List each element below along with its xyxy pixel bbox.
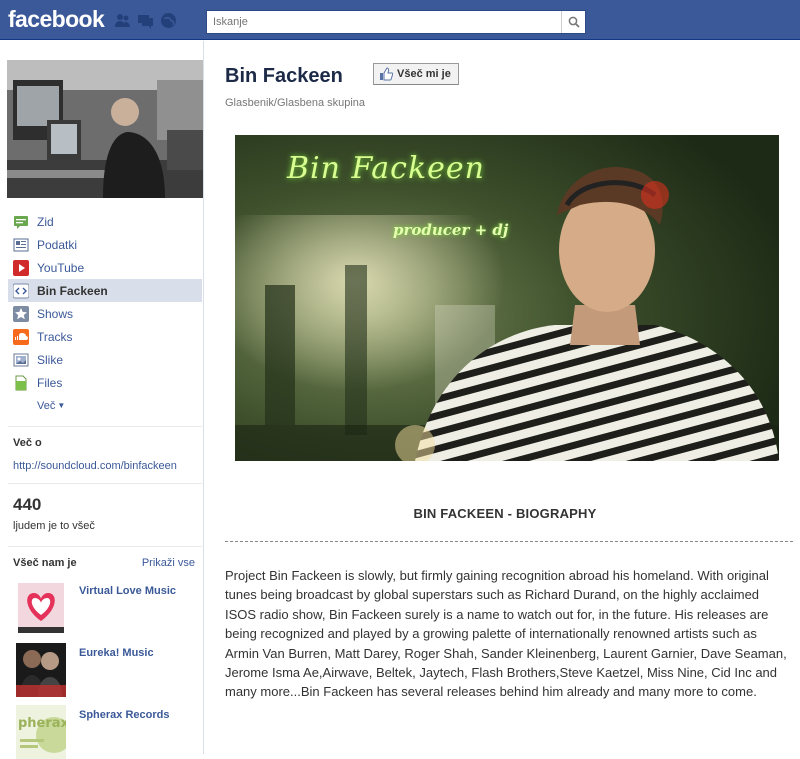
photos-icon bbox=[13, 352, 29, 368]
biography-heading: BIN FACKEEN - BIOGRAPHY bbox=[413, 506, 597, 521]
jewel-bar bbox=[114, 12, 177, 29]
nav-item-files[interactable]: Files bbox=[8, 371, 202, 394]
dashed-divider bbox=[225, 541, 793, 542]
more-tabs-link[interactable]: Več ▼ bbox=[8, 394, 202, 417]
like-button[interactable]: Všeč mi je bbox=[373, 63, 459, 85]
search-icon bbox=[568, 16, 580, 28]
nav-label: Podatki bbox=[37, 237, 78, 252]
page-thumbnail[interactable]: pherax bbox=[16, 705, 66, 759]
search-box bbox=[206, 10, 586, 34]
left-sidebar: Zid Podatki YouTube Bin Fackeen Shows Tr… bbox=[0, 41, 204, 759]
like-button-label: Všeč mi je bbox=[397, 68, 451, 80]
nav-label: Files bbox=[37, 375, 63, 390]
show-all-link[interactable]: Prikaži vse bbox=[142, 557, 195, 569]
more-label: Več bbox=[37, 399, 56, 412]
svg-text:pherax: pherax bbox=[18, 716, 66, 731]
nav-label: Shows bbox=[37, 306, 74, 321]
liked-pages-heading: Všeč nam je bbox=[13, 557, 77, 569]
fbml-icon bbox=[13, 283, 29, 299]
star-icon bbox=[13, 305, 29, 322]
biography-text: Project Bin Fackeen is slowly, but firml… bbox=[225, 568, 787, 700]
nav-item-tracks[interactable]: Tracks bbox=[8, 325, 202, 348]
nav-label: Zid bbox=[37, 214, 54, 229]
divider bbox=[8, 483, 202, 484]
liked-page-item[interactable]: Virtual Love Music bbox=[16, 581, 202, 635]
nav-item-podatki[interactable]: Podatki bbox=[8, 233, 202, 256]
search-button[interactable] bbox=[561, 11, 585, 33]
messages-icon[interactable] bbox=[137, 12, 154, 29]
profile-banner-image[interactable]: Bin Fackeen producer + dj bbox=[235, 135, 779, 461]
liked-page-item[interactable]: Eureka! Music bbox=[16, 643, 202, 697]
soundcloud-icon bbox=[13, 328, 29, 345]
page-thumbnail[interactable] bbox=[16, 581, 66, 635]
divider bbox=[8, 546, 202, 547]
friends-icon[interactable] bbox=[114, 12, 131, 29]
banner-subtitle: producer + dj bbox=[393, 221, 509, 239]
banner-title: Bin Fackeen bbox=[287, 151, 485, 186]
info-icon bbox=[13, 237, 29, 253]
profile-picture[interactable] bbox=[7, 60, 203, 198]
likes-text: ljudem je to všeč bbox=[13, 520, 95, 532]
nav-item-youtube[interactable]: YouTube bbox=[8, 256, 202, 279]
facebook-logo[interactable]: facebook bbox=[8, 6, 105, 33]
page-title[interactable]: Bin Fackeen bbox=[225, 65, 343, 88]
nav-item-zid[interactable]: Zid bbox=[8, 210, 202, 233]
divider bbox=[8, 426, 202, 427]
nav-label: YouTube bbox=[37, 260, 85, 275]
liked-page-name[interactable]: Spherax Records bbox=[79, 709, 169, 721]
about-heading: Več o bbox=[13, 437, 42, 449]
files-icon bbox=[13, 375, 29, 391]
wall-icon bbox=[13, 214, 29, 230]
top-bar: facebook bbox=[0, 0, 800, 40]
liked-page-item[interactable]: pherax Spherax Records bbox=[16, 705, 202, 759]
nav-item-bin-fackeen[interactable]: Bin Fackeen bbox=[8, 279, 202, 302]
main-content: Bin Fackeen Všeč mi je Glasbenik/Glasben… bbox=[205, 41, 800, 754]
page-navigation: Zid Podatki YouTube Bin Fackeen Shows Tr… bbox=[8, 210, 202, 417]
page-category[interactable]: Glasbenik/Glasbena skupina bbox=[225, 97, 365, 109]
chevron-down-icon: ▼ bbox=[57, 401, 66, 410]
youtube-icon bbox=[13, 259, 29, 276]
nav-item-shows[interactable]: Shows bbox=[8, 302, 202, 325]
nav-item-slike[interactable]: Slike bbox=[8, 348, 202, 371]
nav-label: Tracks bbox=[37, 329, 73, 344]
thumbs-up-icon bbox=[380, 67, 393, 81]
liked-page-name[interactable]: Eureka! Music bbox=[79, 647, 154, 659]
website-link[interactable]: http://soundcloud.com/binfackeen bbox=[13, 460, 177, 472]
liked-page-name[interactable]: Virtual Love Music bbox=[79, 585, 176, 597]
likes-count[interactable]: 440 bbox=[13, 495, 41, 515]
nav-label: Bin Fackeen bbox=[37, 283, 108, 298]
notifications-icon[interactable] bbox=[160, 12, 177, 29]
nav-label: Slike bbox=[37, 352, 64, 367]
search-input[interactable] bbox=[207, 11, 561, 33]
page-thumbnail[interactable] bbox=[16, 643, 66, 697]
